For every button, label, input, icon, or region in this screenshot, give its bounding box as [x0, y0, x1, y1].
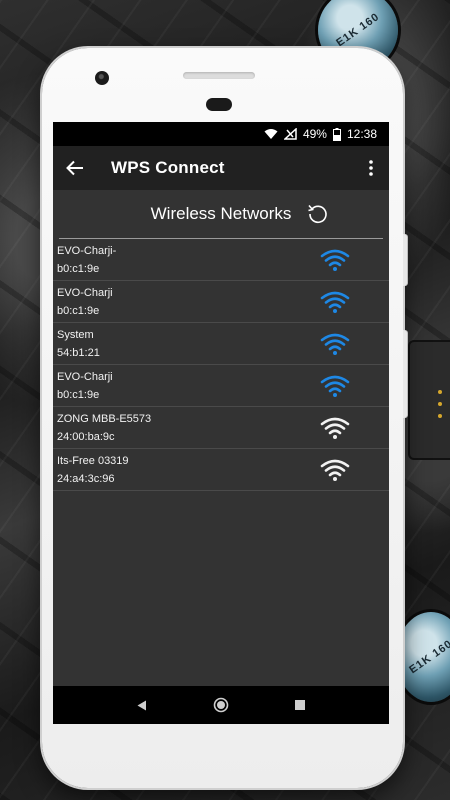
nav-recents-button[interactable]	[280, 686, 320, 724]
battery-icon	[332, 127, 341, 141]
navigation-bar	[53, 686, 389, 724]
wifi-icon	[320, 458, 350, 482]
network-row[interactable]: EVO-Charji b0:c1:9e	[53, 281, 389, 323]
power-button	[403, 234, 407, 286]
proximity-sensor	[206, 98, 232, 111]
status-time: 12:38	[346, 127, 377, 141]
app-title: WPS Connect	[111, 158, 225, 177]
network-bssid: 54:b1:21	[57, 347, 100, 359]
phone-screen: 49% 12:38 WPS Connect Wireless Networks	[53, 122, 389, 724]
battery-percent: 49%	[302, 127, 327, 141]
network-bssid: 24:00:ba:9c	[57, 431, 115, 443]
more-vert-icon	[369, 160, 373, 176]
section-header: Wireless Networks	[53, 190, 389, 238]
wifi-icon	[320, 332, 350, 356]
network-row[interactable]: ZONG MBB-E5573 24:00:ba:9c	[53, 407, 389, 449]
refresh-icon	[308, 204, 327, 224]
status-bar: 49% 12:38	[53, 122, 389, 146]
network-ssid: EVO-Charji-	[57, 245, 117, 257]
cellular-no-signal-icon	[283, 128, 297, 140]
nav-home-button[interactable]	[201, 686, 241, 724]
app-bar: WPS Connect	[53, 146, 389, 190]
front-camera	[95, 71, 109, 85]
network-bssid: b0:c1:9e	[57, 263, 100, 275]
nav-home-icon	[213, 697, 229, 713]
section-title: Wireless Networks	[150, 204, 292, 223]
wifi-signal-icon	[264, 128, 278, 140]
wifi-icon	[320, 416, 350, 440]
network-bssid: 24:a4:3c:96	[57, 473, 115, 485]
network-ssid: ZONG MBB-E5573	[57, 413, 152, 425]
phone-frame: 49% 12:38 WPS Connect Wireless Networks	[42, 48, 407, 788]
wifi-icon	[320, 374, 350, 398]
nav-back-icon	[137, 700, 147, 710]
volume-button	[403, 330, 407, 418]
chip-contact	[438, 402, 442, 406]
circuit-chip	[408, 340, 450, 460]
network-ssid: Its-Free 03319	[57, 455, 129, 467]
network-row[interactable]: EVO-Charji b0:c1:9e	[53, 365, 389, 407]
arrow-back-icon	[66, 160, 83, 176]
network-ssid: EVO-Charji	[57, 371, 113, 383]
nav-back-button[interactable]	[122, 686, 162, 724]
network-ssid: System	[57, 329, 94, 341]
earpiece-speaker	[183, 72, 255, 79]
network-row[interactable]: Its-Free 03319 24:a4:3c:96	[53, 449, 389, 491]
back-button[interactable]	[53, 146, 97, 190]
network-bssid: b0:c1:9e	[57, 305, 100, 317]
wifi-icon	[320, 290, 350, 314]
network-row[interactable]: EVO-Charji-b0:c1:9e	[53, 239, 389, 281]
refresh-button[interactable]	[307, 203, 329, 225]
overflow-menu-button[interactable]	[359, 146, 383, 190]
network-row[interactable]: System 54:b1:21	[53, 323, 389, 365]
chip-contact	[438, 414, 442, 418]
capacitor-bottom-right: E1K 160	[396, 612, 450, 702]
network-list: EVO-Charji-b0:c1:9e EVO-Charji b0:c1:9e Sys…	[53, 239, 389, 491]
network-ssid: EVO-Charji	[57, 287, 113, 299]
network-bssid: b0:c1:9e	[57, 389, 100, 401]
chip-contact	[438, 390, 442, 394]
nav-recents-icon	[294, 700, 305, 710]
wifi-icon	[320, 248, 350, 272]
